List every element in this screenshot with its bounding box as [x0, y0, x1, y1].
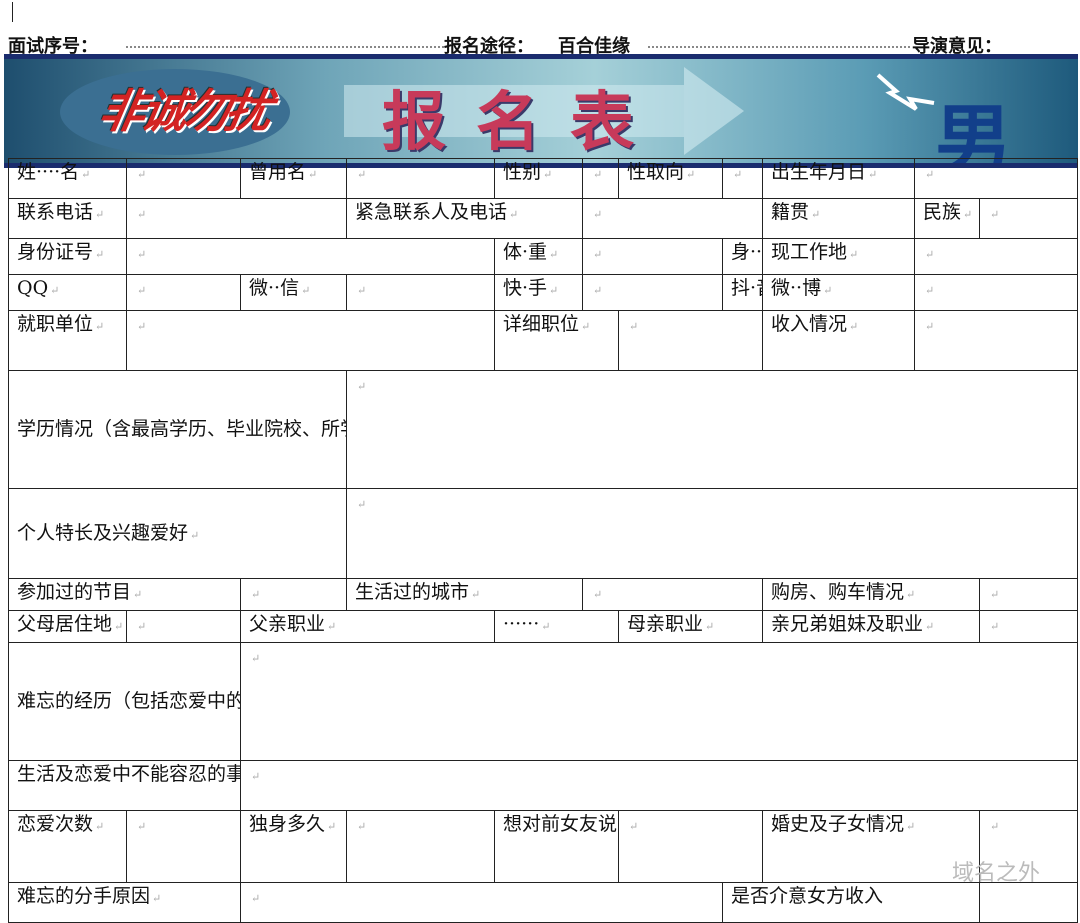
field-cities[interactable]: ↵	[582, 578, 763, 611]
show-logo: 非诚勿扰	[94, 84, 273, 138]
cell-property-label: 购房、购车情况 ↵	[762, 578, 980, 611]
banner-title: 报名表	[382, 86, 664, 160]
field-emergency[interactable]: ↵	[582, 198, 763, 239]
header-banner: 非诚勿扰 报名表 男	[4, 54, 1078, 168]
field-gender[interactable]: ↵	[582, 158, 619, 199]
text-cursor	[12, 2, 13, 22]
route-dotted-line	[648, 46, 910, 48]
field-property[interactable]: ↵	[979, 578, 1078, 611]
cell-mother-job-label: 母亲职业 ↵	[618, 610, 763, 643]
field-phone[interactable]: ↵	[126, 198, 347, 239]
field-birthdate[interactable]: ↵	[914, 158, 1078, 199]
cell-wechat-label: 微··信 ↵	[240, 274, 347, 311]
field-orientation[interactable]: ↵	[722, 158, 763, 199]
cell-weight-label: 体·重 ↵	[494, 238, 583, 275]
cell-position-label: 详细职位 ↵	[494, 310, 619, 371]
cell-birthdate-label: 出生年月日 ↵	[762, 158, 915, 199]
cell-ex-message-label: 想对前女友说↵	[494, 810, 619, 883]
cell-workplace-label: 现工作地 ↵	[762, 238, 915, 275]
cell-employer-label: 就职单位 ↵	[8, 310, 127, 371]
cell-gender-label: 性别 ↵	[494, 158, 583, 199]
cell-former-name-label: 曾用名 ↵	[240, 158, 347, 199]
cell-phone-label: 联系电话 ↵	[8, 198, 127, 239]
field-father-job[interactable]: ······ ↵	[494, 610, 619, 643]
field-memorable[interactable]: ↵	[240, 642, 1078, 761]
field-ethnicity[interactable]: ↵	[979, 198, 1078, 239]
cell-income-concern-label: 是否介意女方收入	[722, 882, 980, 923]
field-former-name[interactable]: ↵	[346, 158, 495, 199]
registration-form-table: 姓····名 ↵ ↵ 曾用名 ↵ ↵ 性别 ↵ ↵ 性取向 ↵ ↵ 出生年月日 ↵ ↵ 联…	[8, 158, 1078, 923]
cell-breakup-label: 难忘的分手原因 ↵	[8, 882, 241, 923]
cell-income-label: 收入情况 ↵	[762, 310, 915, 371]
field-shows[interactable]: ↵	[240, 578, 347, 611]
field-relationships[interactable]: ↵	[126, 810, 241, 883]
field-single-time[interactable]: ↵	[346, 810, 495, 883]
cell-height-label: 身··高↵	[722, 238, 763, 275]
field-id-number[interactable]: ↵	[126, 238, 495, 275]
cell-siblings-label: 亲兄弟姐妹及职业 ↵	[762, 610, 980, 643]
arrow-head-graphic	[684, 67, 744, 155]
cell-single-time-label: 独身多久 ↵	[240, 810, 347, 883]
cell-emergency-label: 紧急联系人及电话 ↵	[346, 198, 583, 239]
cell-cities-label: 生活过的城市 ↵	[346, 578, 583, 611]
field-education[interactable]: ↵	[346, 370, 1078, 489]
cell-intolerable-label: 生活及恋爱中不能容忍的事↵	[8, 760, 241, 811]
cell-qq-label: QQ ↵	[8, 274, 127, 311]
field-weight[interactable]: ↵	[582, 238, 723, 275]
field-hobbies[interactable]: ↵	[346, 488, 1078, 579]
cell-marriage-label: 婚史及子女情况 ↵	[762, 810, 980, 883]
cell-kuaishou-label: 快·手 ↵	[494, 274, 583, 311]
field-parents-home[interactable]: ↵	[126, 610, 241, 643]
cell-native-place-label: 籍贯 ↵	[762, 198, 915, 239]
field-weibo[interactable]: ↵	[914, 274, 1078, 311]
cell-hobbies-label: 个人特长及兴趣爱好 ↵	[8, 488, 347, 579]
cell-father-job-label: 父亲职业 ↵	[240, 610, 495, 643]
lightning-icon	[876, 73, 935, 111]
field-income[interactable]: ↵	[914, 310, 1078, 371]
field-qq[interactable]: ↵	[126, 274, 241, 311]
cell-parents-home-label: 父母居住地 ↵	[8, 610, 127, 643]
watermark: 域名之外	[951, 861, 1040, 886]
field-employer[interactable]: ↵	[126, 310, 495, 371]
field-siblings[interactable]: ↵	[979, 610, 1078, 643]
field-name[interactable]: ↵	[126, 158, 241, 199]
cell-orientation-label: 性取向 ↵	[618, 158, 723, 199]
seq-dotted-line	[126, 46, 444, 48]
field-position[interactable]: ↵	[618, 310, 763, 371]
field-ex-message[interactable]: ↵	[618, 810, 763, 883]
cell-id-label: 身份证号 ↵	[8, 238, 127, 275]
cell-douyin-label: 抖·音↵	[722, 274, 763, 311]
field-workplace[interactable]: ↵	[914, 238, 1078, 275]
cell-shows-label: 参加过的节目 ↵	[8, 578, 241, 611]
cell-name-label: 姓····名 ↵	[8, 158, 127, 199]
cell-weibo-label: 微··博 ↵	[762, 274, 915, 311]
cell-memorable-label: 难忘的经历（包括恋爱中的）↵	[8, 642, 241, 761]
cell-ethnicity-label: 民族 ↵	[914, 198, 980, 239]
cell-relationships-label: 恋爱次数 ↵	[8, 810, 127, 883]
field-kuaishou[interactable]: ↵	[582, 274, 723, 311]
field-income-concern[interactable]	[979, 882, 1078, 923]
field-wechat[interactable]: ↵	[346, 274, 495, 311]
field-breakup-reason[interactable]: ↵	[240, 882, 723, 923]
cell-education-label: 学历情况（含最高学历、毕业院校、所学专业，请尽量详细填写）↵	[8, 370, 347, 489]
field-intolerable[interactable]: ↵	[240, 760, 1078, 811]
gender-mark: 男	[934, 97, 1013, 168]
